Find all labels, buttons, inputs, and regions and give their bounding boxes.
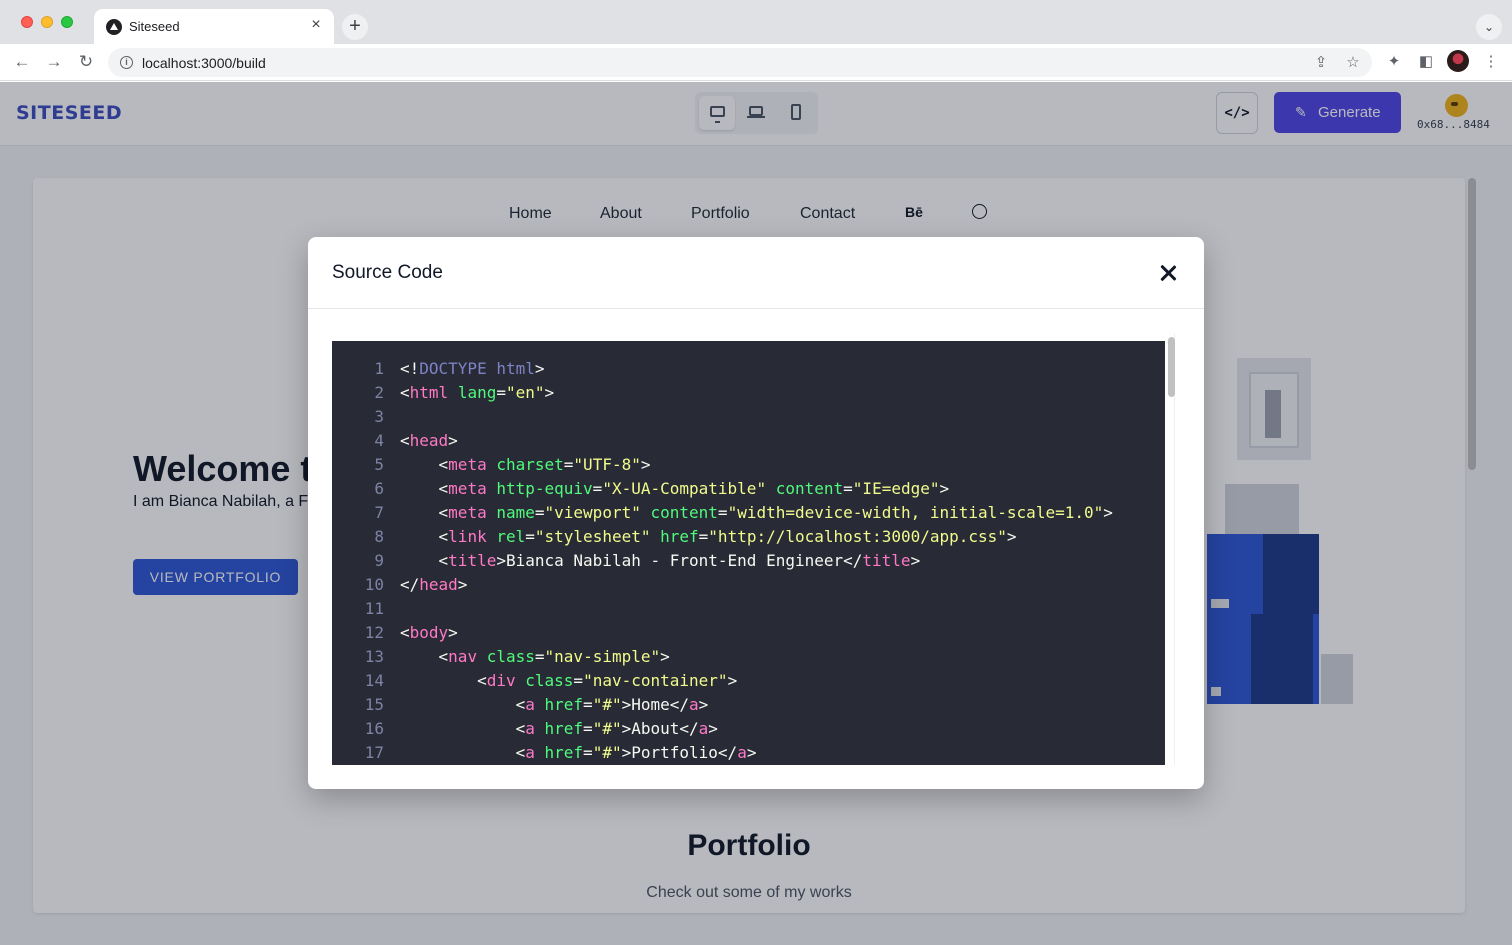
site-info-icon[interactable]: i	[120, 56, 133, 69]
code-line: 16 <a href="#">About</a>	[364, 719, 718, 738]
modal-title: Source Code	[332, 262, 443, 283]
browser-menu-icon[interactable]: ⋮	[1480, 51, 1502, 73]
code-line: 4 <head>	[374, 431, 458, 450]
browser-tab[interactable]: Siteseed ×	[94, 9, 334, 44]
code-viewer[interactable]: 1 <!DOCTYPE html> 2 <html lang="en"> 3 4 <h…	[332, 341, 1165, 765]
modal-scroll-track[interactable]	[1174, 333, 1184, 765]
code-line: 17 <a href="#">Portfolio</a>	[364, 743, 757, 762]
code-line: 11	[364, 599, 384, 618]
code-line: 5 <meta charset="UTF-8">	[374, 455, 651, 474]
side-panel-icon[interactable]: ◧	[1415, 51, 1437, 73]
code-line: 2 <html lang="en">	[374, 383, 555, 402]
extensions-icon[interactable]: ✦	[1383, 51, 1405, 73]
minimize-window-button[interactable]	[41, 16, 53, 28]
reload-icon[interactable]: ↻	[74, 50, 98, 74]
bookmark-star-icon[interactable]: ☆	[1343, 53, 1363, 73]
browser-toolbar: ← → ↻ i localhost:3000/build ⇪ ☆ ✦ ◧ ⋮	[0, 44, 1512, 81]
code-line: 14 <div class="nav-container">	[364, 671, 738, 690]
source-code-modal: Source Code 1 <!DOCTYPE html> 2 <html lang…	[308, 237, 1204, 789]
browser-tab-bar: Siteseed × + ⌄	[0, 0, 1512, 44]
tab-title: Siteseed	[129, 19, 180, 34]
close-icon[interactable]	[1156, 261, 1180, 285]
code-line: 12 <body>	[364, 623, 458, 642]
code-line: 9 <title>Bianca Nabilah - Front-End Engi…	[374, 551, 921, 570]
back-icon[interactable]: ←	[10, 50, 34, 74]
share-icon[interactable]: ⇪	[1311, 53, 1331, 73]
new-tab-button[interactable]: +	[342, 14, 368, 40]
code-line: 15 <a href="#">Home</a>	[364, 695, 709, 714]
code-line: 3	[374, 407, 384, 426]
modal-scrollbar-thumb[interactable]	[1168, 337, 1175, 397]
tab-search-button[interactable]: ⌄	[1476, 14, 1502, 40]
tab-close-icon[interactable]: ×	[306, 15, 326, 35]
forward-icon[interactable]: →	[42, 50, 66, 74]
url-text[interactable]: localhost:3000/build	[142, 55, 266, 71]
profile-avatar[interactable]	[1447, 50, 1469, 72]
maximize-window-button[interactable]	[61, 16, 73, 28]
close-window-button[interactable]	[21, 16, 33, 28]
code-line: 10 </head>	[364, 575, 468, 594]
siteseed-favicon-icon	[106, 19, 122, 35]
code-line: 6 <meta http-equiv="X-UA-Compatible" con…	[374, 479, 950, 498]
code-line: 1 <!DOCTYPE html>	[374, 359, 545, 378]
modal-header: Source Code	[308, 237, 1204, 309]
code-line: 13 <nav class="nav-simple">	[364, 647, 670, 666]
code-line: 8 <link rel="stylesheet" href="http://lo…	[374, 527, 1017, 546]
code-line: 7 <meta name="viewport" content="width=d…	[374, 503, 1113, 522]
address-bar[interactable]: i localhost:3000/build ⇪ ☆	[108, 48, 1372, 77]
